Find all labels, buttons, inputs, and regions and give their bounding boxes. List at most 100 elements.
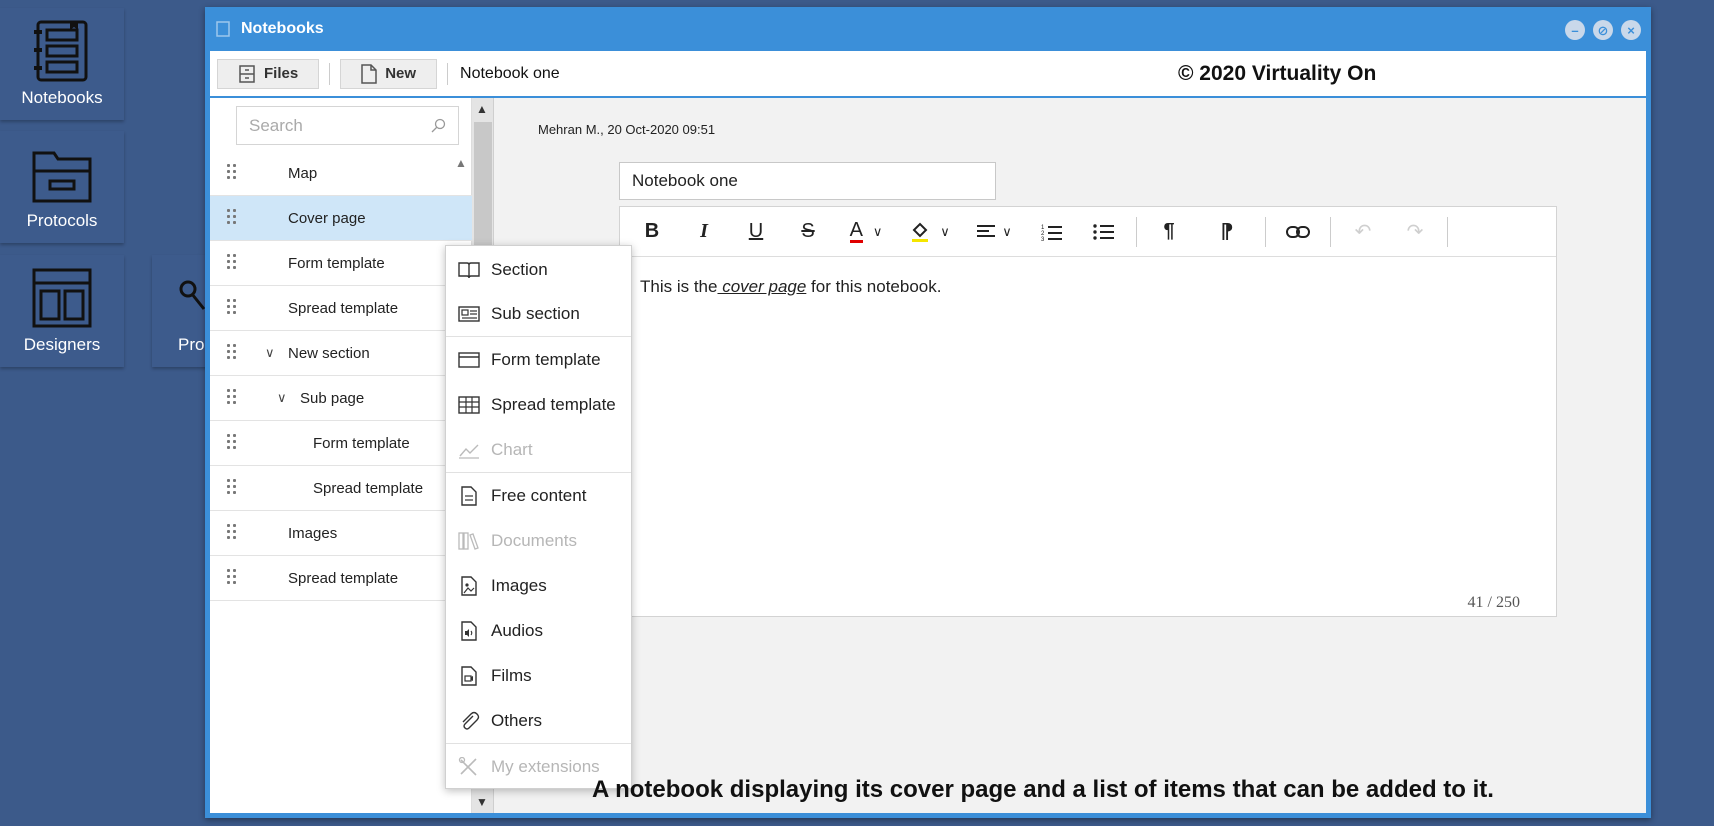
align-button[interactable]: ∨: [968, 214, 1020, 250]
layout-icon: [32, 268, 92, 328]
chevron-down-icon[interactable]: ∨: [277, 390, 287, 406]
menu-item-label: My extensions: [491, 757, 600, 776]
scroll-down-icon[interactable]: ▼: [476, 795, 488, 809]
tree-item-spread-template[interactable]: Spread template: [210, 556, 472, 601]
tree-item-label: Spread template: [288, 299, 399, 317]
tree-item-label: Map: [288, 164, 318, 182]
menu-item-form-template[interactable]: Form template: [446, 338, 631, 382]
drag-handle-icon[interactable]: [227, 164, 237, 180]
drag-handle-icon[interactable]: [227, 209, 237, 225]
italic-button[interactable]: I: [684, 214, 724, 250]
drag-handle-icon[interactable]: [227, 479, 237, 495]
tree-item-label: Spread template: [313, 479, 424, 497]
desktop-icon-label: Pro: [178, 335, 205, 354]
chevron-down-icon[interactable]: ∨: [265, 345, 275, 361]
window-titlebar[interactable]: Notebooks: [205, 7, 1651, 51]
redo-button[interactable]: ↷: [1395, 214, 1435, 250]
drag-handle-icon[interactable]: [227, 344, 237, 360]
rich-text-editor[interactable]: B I U S A ∨ ∨ ∨ 1 2 3 ¶ ⁋ ↶ ↷ This is th…: [619, 206, 1557, 617]
tree-item-spread-template[interactable]: Spread template: [210, 286, 472, 331]
desktop-icon-pro[interactable]: Pro: [152, 255, 212, 367]
tree-item-form-template[interactable]: Form template: [210, 241, 472, 286]
close-button[interactable]: ×: [1621, 20, 1641, 40]
notebook-title-field[interactable]: Notebook one: [619, 162, 996, 200]
drag-handle-icon[interactable]: [227, 524, 237, 540]
svg-text:3: 3: [1041, 237, 1045, 241]
menu-item-section[interactable]: Section: [446, 248, 631, 292]
menu-item-spread-template[interactable]: Spread template: [446, 383, 631, 427]
menu-item-label: Films: [491, 666, 532, 685]
files-button[interactable]: Files: [217, 58, 320, 89]
menu-item-others[interactable]: Others: [446, 699, 631, 743]
tools-icon: [458, 757, 477, 776]
add-item-context-menu: Section Sub section Form template Spread…: [445, 245, 632, 789]
character-counter: 41 / 250: [1467, 594, 1520, 611]
menu-item-label: Spread template: [491, 395, 616, 414]
menu-item-documents[interactable]: Documents: [446, 519, 631, 563]
content-text: for this notebook.: [806, 277, 942, 296]
bullet-list-icon: [1093, 223, 1114, 240]
menu-item-label: Sub section: [491, 304, 580, 323]
image-file-icon: [461, 576, 477, 596]
tree-item-cover-page[interactable]: Cover page: [210, 196, 472, 241]
editor-toolbar-divider: [1265, 216, 1266, 247]
menu-divider: [446, 336, 631, 337]
tree-item-new-section[interactable]: ∨ New section: [210, 331, 472, 376]
bullet-list-button[interactable]: [1084, 214, 1124, 250]
underline-button[interactable]: U: [736, 214, 776, 250]
author-timestamp: Mehran M., 20 Oct-2020 09:51: [538, 122, 716, 137]
search-placeholder: Search: [249, 115, 303, 135]
search-input[interactable]: Search: [236, 106, 459, 145]
desktop-icon-notebooks[interactable]: Notebooks: [0, 8, 124, 120]
desktop-icon-designers[interactable]: Designers: [0, 255, 124, 367]
tree-item-map[interactable]: Map: [210, 151, 472, 196]
line-chart-icon: [459, 444, 479, 459]
editor-content[interactable]: This is the cover page for this notebook…: [620, 257, 1556, 317]
notebook-icon: [34, 20, 88, 82]
paragraph-button[interactable]: ¶: [1149, 214, 1189, 250]
content-text: This is the: [640, 277, 718, 296]
chevron-down-icon: ∨: [872, 223, 883, 239]
numbered-list-icon: 1 2 3: [1041, 225, 1062, 241]
format-marks-button[interactable]: ⁋: [1201, 214, 1253, 250]
window-body: Search ▲ Map Cover page Form template Sp…: [210, 98, 1646, 813]
tree-item-images[interactable]: Images: [210, 511, 472, 556]
bold-button[interactable]: B: [632, 214, 672, 250]
tree-item-label: Images: [288, 524, 338, 542]
font-color-button[interactable]: A ∨: [840, 214, 892, 250]
new-button[interactable]: New: [340, 58, 438, 89]
main-toolbar: Files New Notebook one © 2020 Virtuality…: [210, 51, 1646, 96]
paperclip-icon: [462, 711, 480, 730]
undo-button[interactable]: ↶: [1343, 214, 1383, 250]
highlight-button[interactable]: ∨: [904, 214, 956, 250]
menu-item-images[interactable]: Images: [446, 564, 631, 608]
menu-item-free-content[interactable]: Free content: [446, 474, 631, 518]
drag-handle-icon[interactable]: [227, 254, 237, 270]
font-color-icon: A: [849, 219, 863, 243]
tree-item-form-template[interactable]: Form template: [210, 421, 472, 466]
desktop-icon-protocols[interactable]: Protocols: [0, 131, 124, 243]
video-file-icon: [461, 666, 477, 686]
menu-item-films[interactable]: Films: [446, 654, 631, 698]
menu-item-label: Others: [491, 711, 543, 730]
drag-handle-icon[interactable]: [227, 569, 237, 585]
menu-item-label: Free content: [491, 486, 587, 505]
link-icon: [1286, 225, 1310, 238]
drag-handle-icon[interactable]: [227, 434, 237, 450]
caption-text: A notebook displaying its cover page and…: [592, 776, 1494, 803]
tree-item-sub-page[interactable]: ∨ Sub page: [210, 376, 472, 421]
scroll-up-icon[interactable]: ▲: [476, 102, 488, 116]
tree-item-spread-template[interactable]: Spread template: [210, 466, 472, 511]
menu-item-chart[interactable]: Chart: [446, 428, 631, 472]
restore-button[interactable]: ⊘: [1593, 20, 1613, 40]
minimize-button[interactable]: –: [1565, 20, 1585, 40]
drag-handle-icon[interactable]: [227, 299, 237, 315]
new-label: New: [385, 65, 417, 82]
menu-item-audios[interactable]: Audios: [446, 609, 631, 653]
ordered-list-button[interactable]: 1 2 3: [1032, 214, 1072, 250]
strikethrough-button[interactable]: S: [788, 214, 828, 250]
link-button[interactable]: [1278, 214, 1318, 250]
drag-handle-icon[interactable]: [227, 389, 237, 405]
book-icon: [458, 262, 480, 279]
menu-item-sub-section[interactable]: Sub section: [446, 292, 631, 336]
